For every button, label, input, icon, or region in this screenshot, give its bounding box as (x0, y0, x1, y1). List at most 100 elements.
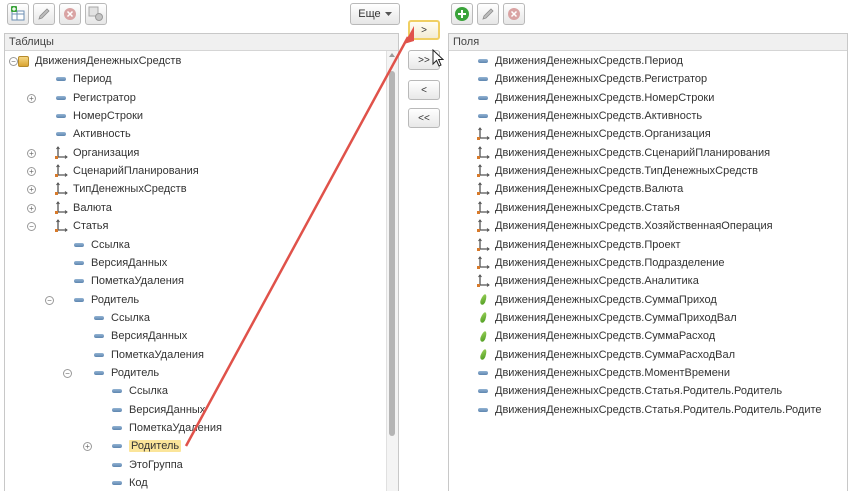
more-menu-button[interactable]: Еще (350, 3, 400, 25)
expand-plus-icon[interactable]: + (27, 148, 36, 158)
tree-item-label: Ссылка (111, 311, 150, 324)
tree-item[interactable]: ВерсияДанных (71, 254, 167, 272)
field-list-item[interactable]: ДвиженияДенежныхСредств.Регистратор (475, 70, 707, 88)
resource-icon (475, 311, 491, 325)
scroll-up-arrow-icon[interactable] (389, 53, 395, 57)
tree-item[interactable]: Ссылка (71, 236, 130, 254)
field-list-item[interactable]: ДвиженияДенежныхСредств.СуммаПриход (475, 291, 717, 309)
field-list-item[interactable]: ДвиженияДенежныхСредств.Статья.Родитель.… (475, 382, 782, 400)
dimension-icon (53, 219, 69, 233)
tree-item-label: Регистратор (73, 91, 136, 104)
collapse-minus-icon[interactable]: − (9, 57, 18, 66)
field-list-item-label: ДвиженияДенежныхСредств.Регистратор (495, 73, 708, 86)
field-icon (475, 91, 491, 105)
expand-plus-icon[interactable]: + (83, 442, 92, 452)
field-list-item-label: ДвиженияДенежныхСредств.Проект (495, 238, 681, 251)
edit-button[interactable] (33, 3, 55, 25)
options-button[interactable] (85, 3, 107, 25)
tree-item[interactable]: Статья (53, 217, 108, 235)
tree-item[interactable]: Период (53, 70, 112, 88)
edit-field-button[interactable] (477, 3, 499, 25)
dimension-icon (475, 200, 491, 215)
field-list-item[interactable]: ДвиженияДенежныхСредств.Организация (475, 125, 711, 143)
field-icon (91, 366, 107, 380)
remove-all-button[interactable]: << (408, 108, 440, 128)
tree-item[interactable]: ВерсияДанных (109, 401, 205, 419)
collapse-minus-icon[interactable]: − (63, 368, 72, 378)
field-list-item[interactable]: ДвиженияДенежныхСредств.СуммаПриходВал (475, 309, 737, 327)
field-list-item[interactable]: ДвиженияДенежныхСредств.Статья.Родитель.… (475, 401, 822, 419)
tree-item[interactable]: Регистратор (53, 89, 136, 107)
field-list-item[interactable]: ДвиженияДенежныхСредств.Аналитика (475, 272, 699, 290)
delete-button[interactable] (59, 3, 81, 25)
field-list-item[interactable]: ДвиженияДенежныхСредств.СуммаРасход (475, 327, 715, 345)
tree-item-label: ПометкаУдаления (111, 348, 204, 361)
field-list-item[interactable]: ДвиженияДенежныхСредств.СуммаРасходВал (475, 346, 735, 364)
remove-selected-button[interactable]: < (408, 80, 440, 100)
delete-field-button[interactable] (503, 3, 525, 25)
field-icon (475, 72, 491, 86)
collapse-minus-icon[interactable]: − (45, 295, 54, 305)
field-list-item-label: ДвиженияДенежныхСредств.СценарийПланиров… (495, 146, 771, 159)
field-list-item[interactable]: ДвиженияДенежныхСредств.Валюта (475, 180, 683, 198)
tree-item[interactable]: НомерСтроки (53, 107, 143, 125)
field-list-item[interactable]: ДвиженияДенежныхСредств.Статья (475, 199, 680, 217)
field-list-item-label: ДвиженияДенежныхСредств.Аналитика (495, 275, 699, 288)
tree-item[interactable]: ПометкаУдаления (109, 419, 222, 437)
field-icon (475, 384, 491, 398)
tree-item-label: ПометкаУдаления (91, 275, 184, 288)
dimension-icon (475, 182, 491, 196)
field-list-item-label: ДвиженияДенежныхСредств.Статья.Родитель.… (495, 385, 783, 398)
tree-item[interactable]: Валюта (53, 199, 112, 217)
expand-plus-icon[interactable]: + (27, 203, 36, 213)
tree-item[interactable]: Родитель (109, 437, 182, 455)
add-table-button[interactable] (7, 3, 29, 25)
add-field-button[interactable] (451, 3, 473, 25)
tree-item[interactable]: ДвиженияДенежныхСредств (15, 52, 181, 70)
tree-item[interactable]: Ссылка (91, 309, 150, 327)
tree-item[interactable]: СценарийПланирования (53, 162, 199, 180)
tree-item[interactable]: ТипДенежныхСредств (53, 180, 187, 198)
edit-pencil-icon (482, 8, 494, 20)
tree-item-label: Статья (73, 220, 109, 233)
field-list-item[interactable]: ДвиженияДенежныхСредств.ХозяйственнаяОпе… (475, 217, 773, 235)
tree-item-label: Валюта (73, 201, 112, 214)
add-selected-button[interactable]: > (408, 20, 440, 40)
tables-scrollbar[interactable] (386, 51, 398, 491)
field-list-item[interactable]: ДвиженияДенежныхСредств.Проект (475, 236, 681, 254)
tree-item[interactable]: Код (109, 474, 148, 491)
right-toolbar (451, 3, 525, 25)
resource-icon (475, 329, 491, 343)
delete-icon (508, 8, 520, 20)
tree-item[interactable]: ПометкаУдаления (71, 272, 184, 290)
tree-item[interactable]: ПометкаУдаления (91, 346, 204, 364)
field-list-item[interactable]: ДвиженияДенежныхСредств.ТипДенежныхСредс… (475, 162, 758, 180)
expand-plus-icon[interactable]: + (27, 93, 36, 103)
tables-scrollbar-thumb[interactable] (389, 71, 395, 436)
field-list-item[interactable]: ДвиженияДенежныхСредств.МоментВремени (475, 364, 730, 382)
fields-header: Поля (449, 34, 847, 51)
field-list-item[interactable]: ДвиженияДенежныхСредств.Активность (475, 107, 702, 125)
field-list-item[interactable]: ДвиженияДенежныхСредств.НомерСтроки (475, 89, 714, 107)
tree-item-label: ВерсияДанных (111, 330, 188, 343)
field-list-item[interactable]: ДвиженияДенежныхСредств.Период (475, 52, 683, 70)
tree-item[interactable]: ВерсияДанных (91, 327, 187, 345)
tree-item[interactable]: Организация (53, 144, 139, 162)
field-list-item[interactable]: ДвиженияДенежныхСредств.Подразделение (475, 254, 725, 272)
field-list-item[interactable]: ДвиженияДенежныхСредств.СценарийПланиров… (475, 144, 770, 162)
more-label: Еще (358, 8, 381, 20)
expand-plus-icon[interactable]: + (27, 185, 36, 195)
tree-item[interactable]: Ссылка (109, 382, 168, 400)
tree-item[interactable]: Родитель (91, 364, 159, 382)
field-list-item-label: ДвиженияДенежныхСредств.Статья.Родитель.… (495, 403, 822, 416)
field-list-item-label: ДвиженияДенежныхСредств.СуммаПриходВал (495, 311, 737, 324)
tree-item-label: Активность (73, 128, 131, 141)
tree-item[interactable]: Активность (53, 125, 131, 143)
expand-plus-icon[interactable]: + (27, 167, 36, 177)
fields-panel: Поля ДвиженияДенежныхСредств.Период Движе… (448, 33, 848, 491)
tree-item[interactable]: Родитель (71, 291, 139, 309)
field-icon (53, 127, 69, 141)
field-list-item-label: ДвиженияДенежныхСредств.НомерСтроки (495, 91, 715, 104)
collapse-minus-icon[interactable]: − (27, 222, 36, 232)
tree-item[interactable]: ЭтоГруппа (109, 456, 183, 474)
